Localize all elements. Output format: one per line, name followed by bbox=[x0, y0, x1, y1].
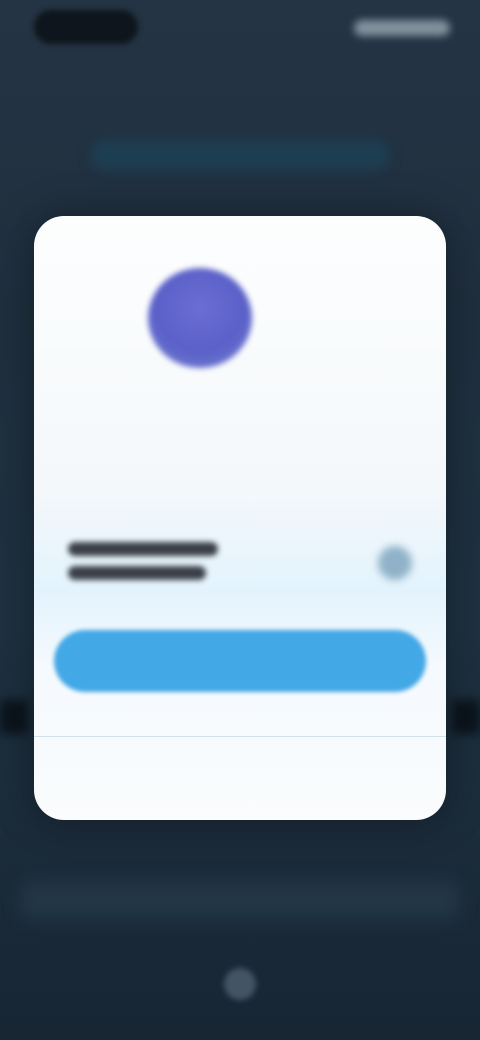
status-time bbox=[34, 10, 138, 44]
screen bbox=[0, 0, 480, 1040]
background-row bbox=[20, 880, 460, 920]
background-title bbox=[90, 140, 390, 170]
status-bar bbox=[0, 0, 480, 60]
status-indicators bbox=[354, 20, 450, 36]
app-logo-icon bbox=[148, 268, 252, 368]
home-indicator[interactable] bbox=[224, 968, 256, 1000]
modal-dialog bbox=[34, 216, 446, 820]
divider bbox=[34, 736, 446, 737]
eye-icon[interactable] bbox=[378, 546, 412, 580]
background-edge-left bbox=[0, 700, 28, 734]
background-edge-right bbox=[452, 700, 480, 734]
dialog-field[interactable] bbox=[68, 534, 412, 590]
field-value-line-1 bbox=[68, 542, 218, 556]
field-value-line-2 bbox=[68, 566, 206, 580]
primary-button[interactable] bbox=[54, 630, 426, 692]
